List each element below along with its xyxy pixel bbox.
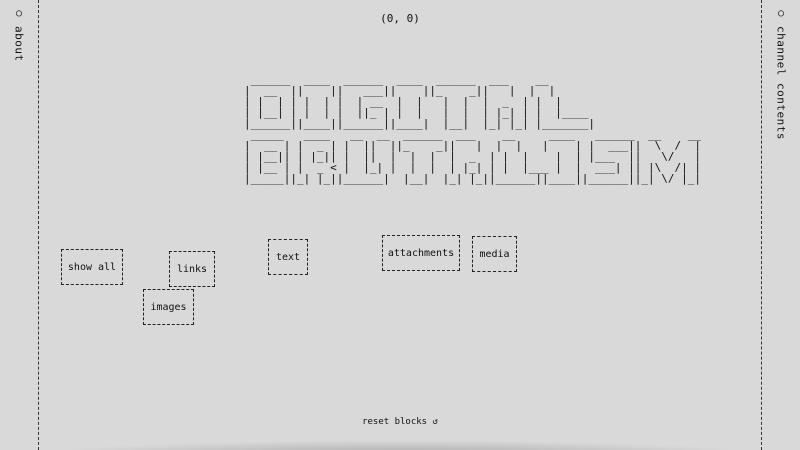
left-rail: ○ about (0, 0, 39, 450)
page-title-ascii-art: ______ ____ ______ ____ ______ ___ __ | … (244, 73, 701, 185)
reset-blocks-label: reset blocks (362, 417, 428, 427)
right-rail: ○ channel contents (761, 0, 800, 450)
channel-contents-button[interactable]: ○ channel contents (775, 8, 788, 139)
links-label: links (176, 263, 208, 275)
show-all-label: show all (67, 261, 117, 273)
page: ○ about ○ channel contents (0, 0) ______… (0, 0, 800, 450)
reset-icon: ↺ (432, 417, 438, 427)
attachments-block[interactable]: attachments (382, 235, 460, 271)
show-all-block[interactable]: show all (61, 249, 123, 285)
text-block[interactable]: text (268, 239, 308, 275)
about-label: about (12, 25, 26, 62)
bottom-shadow (38, 440, 762, 450)
coordinate-readout: (0, 0) (380, 12, 420, 25)
links-block[interactable]: links (169, 251, 215, 287)
channel-contents-label: channel contents (774, 25, 788, 140)
images-block[interactable]: images (143, 289, 194, 325)
media-block[interactable]: media (472, 236, 517, 272)
media-label: media (479, 248, 510, 260)
images-label: images (150, 301, 187, 313)
attachments-label: attachments (387, 247, 455, 259)
text-label: text (275, 251, 301, 263)
reset-blocks-button[interactable]: reset blocks ↺ (0, 417, 800, 427)
